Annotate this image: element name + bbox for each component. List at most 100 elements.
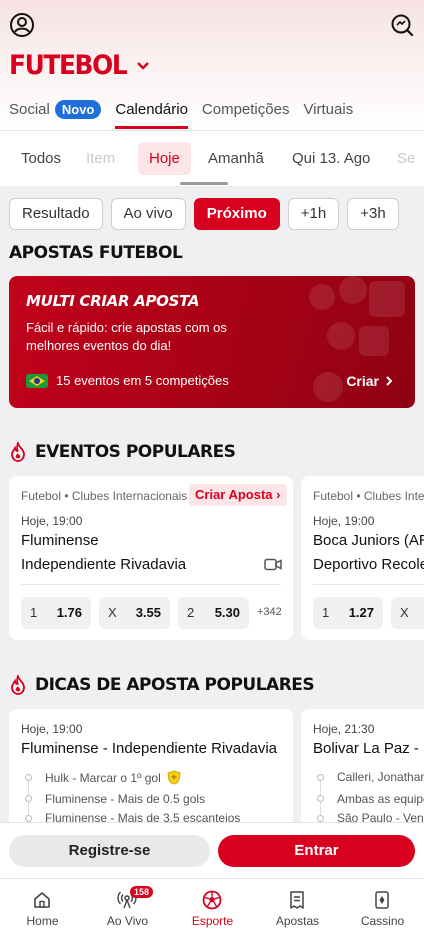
nav-cassino[interactable]: Cassino [340,879,424,934]
more-markets-link[interactable]: +342 [257,606,282,618]
home-team: Boca Juniors (AR) [313,532,424,549]
nav-apostas-label: Apostas [275,914,320,928]
section-dicas-title: DICAS DE APOSTA POPULARES [9,675,315,695]
tab-competicoes-label: Competições [201,100,290,118]
event-league: Futebol • Clubes Internacionais [313,489,424,503]
deco-circle [309,284,335,310]
dica-time: Hoje, 19:00 [21,722,83,736]
divider [21,584,281,585]
chevron-down-icon [137,61,150,70]
dica-selection: Ambas as equipes [337,792,424,806]
date-tab-hoje[interactable]: Hoje [138,142,191,175]
nav-esporte-label: Esporte [191,914,234,928]
filter-3h[interactable]: +3h [347,198,399,230]
promo-title: MULTI CRIAR APOSTA [26,292,200,310]
header: FUTEBOL Social Novo Calendário Competiçõ… [0,0,424,130]
selection-dot [25,795,32,802]
date-tab-todos[interactable]: Todos [10,142,72,175]
sport-selector[interactable]: FUTEBOL [9,50,150,81]
dica-selection: Fluminense - Mais de 0.5 gols [45,792,206,806]
tab-virtuais-label: Virtuais [303,100,354,118]
video-stream-icon [264,558,282,571]
section-dicas-label: DICAS DE APOSTA POPULARES [35,675,315,695]
dica-match: Fluminense - Independiente Rivadavia [21,740,277,757]
nav-ao-vivo-label: Ao Vivo [106,914,149,928]
odd-value: 1.76 [56,605,82,620]
dica-selection: Calleri, Jonathan [337,770,424,784]
deco-circle [339,276,367,304]
date-tabs: Todos Item Hoje Amanhã Qui 13. Ago Se [0,130,424,186]
scroll-indicator [180,182,228,185]
player-shield-icon [167,770,181,785]
date-tab-qui[interactable]: Qui 13. Ago [281,142,381,175]
tab-competicoes[interactable]: Competições [202,96,290,122]
tab-calendario[interactable]: Calendário [115,96,188,129]
top-tabs: Social Novo Calendário Competições Virtu… [9,96,353,129]
deco-trophy [369,281,405,317]
date-tab-item[interactable]: Item [75,142,126,175]
promo-banner[interactable]: MULTI CRIAR APOSTA Fácil e rápido: crie … [9,276,415,408]
odd-draw-button[interactable]: X 3.55 [99,597,170,629]
flame-icon [11,442,25,462]
live-count-badge: 158 [130,886,154,898]
nav-apostas[interactable]: Apostas [255,879,340,934]
betslip-icon [290,891,304,909]
promo-count: 15 eventos em 5 competições [26,373,229,388]
tab-calendario-label: Calendário [115,100,188,118]
event-card[interactable]: Futebol • Clubes Internacionais Criar Ap… [9,476,293,640]
odd-value: 3.55 [135,605,161,620]
date-tab-next[interactable]: Se [386,142,424,175]
odd-draw-button[interactable]: X [391,597,424,629]
search-icon[interactable] [389,12,415,38]
filter-resultado[interactable]: Resultado [9,198,103,230]
register-button[interactable]: Registre-se [9,835,210,867]
new-badge: Novo [54,99,102,119]
dica-card[interactable]: Hoje, 19:00 Fluminense - Independiente R… [9,709,293,829]
nav-ao-vivo[interactable]: 158 Ao Vivo [85,879,170,934]
event-card[interactable]: Futebol • Clubes Internacionais Hoje, 19… [301,476,424,640]
home-icon [34,892,50,908]
criar-label: Criar [346,373,379,389]
selection-dot [317,774,324,781]
promo-description: Fácil e rápido: crie apostas com os melh… [26,320,227,353]
away-team: Deportivo Recoleta [313,556,424,573]
away-team: Independiente Rivadavia [21,556,187,573]
section-eventos-title: EVENTOS POPULARES [9,442,236,462]
filter-ao-vivo[interactable]: Ao vivo [110,198,186,230]
deco-flag [359,326,389,356]
odd-home-button[interactable]: 1 1.27 [313,597,383,629]
tab-social[interactable]: Social Novo [9,96,102,122]
odd-label: X [400,605,409,620]
selection-dot [317,795,324,802]
nav-home[interactable]: Home [0,879,85,934]
section-apostas-label: APOSTAS FUTEBOL [9,243,183,263]
criar-button[interactable]: Criar [346,373,393,389]
login-button[interactable]: Entrar [218,835,415,867]
criar-aposta-label: Criar Aposta [195,487,273,502]
auth-bar: Registre-se Entrar [0,822,424,878]
cards-icon [375,891,389,909]
nav-home-label: Home [26,914,59,928]
user-circle-icon[interactable] [9,12,35,38]
dica-time: Hoje, 21:30 [313,722,375,736]
nav-esporte[interactable]: Esporte [170,879,255,934]
date-tab-amanha[interactable]: Amanhã [197,142,275,175]
soccer-ball-icon [202,890,222,910]
filter-1h[interactable]: +1h [287,198,340,230]
event-time: Hoje, 19:00 [313,514,375,528]
brazil-flag-icon [26,373,48,388]
odd-label: X [108,605,117,620]
tab-virtuais[interactable]: Virtuais [303,96,353,122]
dica-card[interactable]: Hoje, 21:30 Bolivar La Paz - S Calleri, … [301,709,424,829]
criar-aposta-tag[interactable]: Criar Aposta › [189,484,287,506]
odd-home-button[interactable]: 1 1.76 [21,597,91,629]
odd-label: 1 [30,605,38,620]
chevron-right-icon [386,376,393,386]
odd-value: 5.30 [214,605,240,620]
page-title: FUTEBOL [9,50,128,81]
odd-away-button[interactable]: 2 5.30 [178,597,249,629]
filter-proximo[interactable]: Próximo [193,198,280,230]
tab-social-label: Social [9,100,50,118]
nav-cassino-label: Cassino [360,914,405,928]
deco-circle [313,372,343,402]
